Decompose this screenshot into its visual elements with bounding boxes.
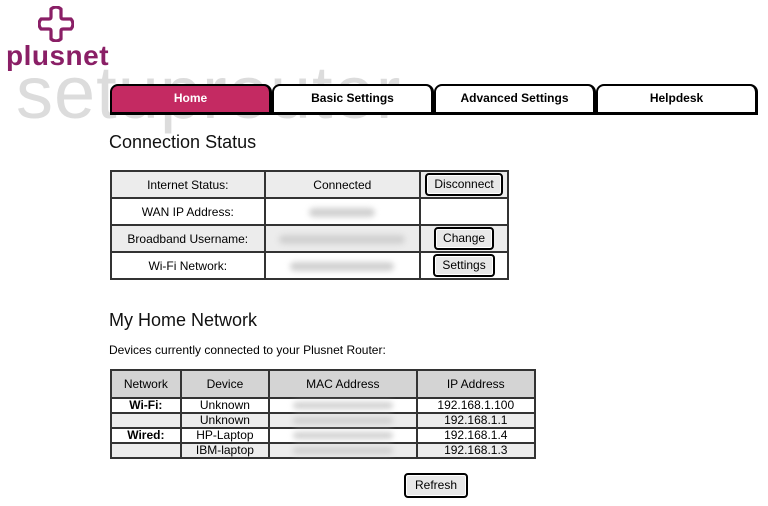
- connection-status-table: Internet Status: Connected Disconnect WA…: [110, 170, 509, 280]
- column-header-mac: MAC Address: [268, 369, 418, 399]
- device-cell: Unknown: [179, 412, 271, 429]
- connection-row-wifi-network: Wi-Fi Network: Settings: [110, 251, 509, 280]
- tab-home[interactable]: Home: [110, 84, 272, 115]
- row-label: Broadband Username:: [110, 224, 266, 253]
- network-cell: Wi-Fi:: [110, 397, 182, 414]
- table-row: Wi-Fi: Unknown 192.168.1.100: [110, 397, 537, 414]
- device-cell: HP-Laptop: [179, 427, 271, 444]
- refresh-button[interactable]: Refresh: [404, 473, 469, 498]
- column-header-device: Device: [179, 369, 271, 399]
- ip-cell: 192.168.1.3: [415, 442, 537, 459]
- username-value-redacted: [279, 234, 406, 244]
- home-network-description: Devices currently connected to your Plus…: [109, 343, 386, 357]
- column-header-network: Network: [110, 369, 182, 399]
- device-cell: Unknown: [179, 397, 271, 414]
- mac-redacted: [292, 447, 393, 455]
- tab-helpdesk[interactable]: Helpdesk: [596, 84, 758, 115]
- plus-logo-icon: [38, 6, 74, 42]
- ip-cell: 192.168.1.1: [415, 412, 537, 429]
- network-cell: [110, 412, 182, 429]
- empty-cell: [419, 197, 509, 226]
- table-row: Unknown 192.168.1.1: [110, 412, 537, 429]
- tab-advanced-settings[interactable]: Advanced Settings: [434, 84, 596, 115]
- row-label: WAN IP Address:: [110, 197, 266, 226]
- connected-devices-table: Network Device MAC Address IP Address Wi…: [110, 369, 537, 459]
- row-label: Internet Status:: [110, 170, 266, 199]
- mac-redacted: [292, 402, 393, 410]
- column-header-ip: IP Address: [415, 369, 537, 399]
- ip-cell: 192.168.1.4: [415, 427, 537, 444]
- network-cell: [110, 442, 182, 459]
- row-label: Wi-Fi Network:: [110, 251, 266, 280]
- connection-row-internet-status: Internet Status: Connected Disconnect: [110, 170, 509, 199]
- table-header-row: Network Device MAC Address IP Address: [110, 369, 537, 399]
- mac-redacted: [292, 432, 393, 440]
- ip-cell: 192.168.1.100: [415, 397, 537, 414]
- connection-row-broadband-username: Broadband Username: Change: [110, 224, 509, 253]
- disconnect-button[interactable]: Disconnect: [425, 173, 503, 196]
- connection-status-heading: Connection Status: [109, 132, 257, 152]
- mac-redacted: [292, 417, 393, 425]
- table-row: Wired: HP-Laptop 192.168.1.4: [110, 427, 537, 444]
- device-cell: IBM-laptop: [179, 442, 271, 459]
- brand-name: plusnet: [6, 40, 110, 71]
- connection-row-wan-ip: WAN IP Address:: [110, 197, 509, 226]
- internet-status-value: Connected: [263, 170, 422, 199]
- plusnet-logo: plusnet: [6, 6, 110, 70]
- table-row: IBM-laptop 192.168.1.3: [110, 442, 537, 459]
- wifi-settings-button[interactable]: Settings: [433, 254, 495, 277]
- main-nav-tabs: Home Basic Settings Advanced Settings He…: [110, 84, 758, 116]
- wifi-network-value-redacted: [290, 261, 395, 271]
- tab-basic-settings[interactable]: Basic Settings: [272, 84, 434, 115]
- change-username-button[interactable]: Change: [434, 227, 495, 250]
- wan-ip-value-redacted: [309, 207, 376, 217]
- home-network-heading: My Home Network: [109, 310, 258, 330]
- network-cell: Wired:: [110, 427, 182, 444]
